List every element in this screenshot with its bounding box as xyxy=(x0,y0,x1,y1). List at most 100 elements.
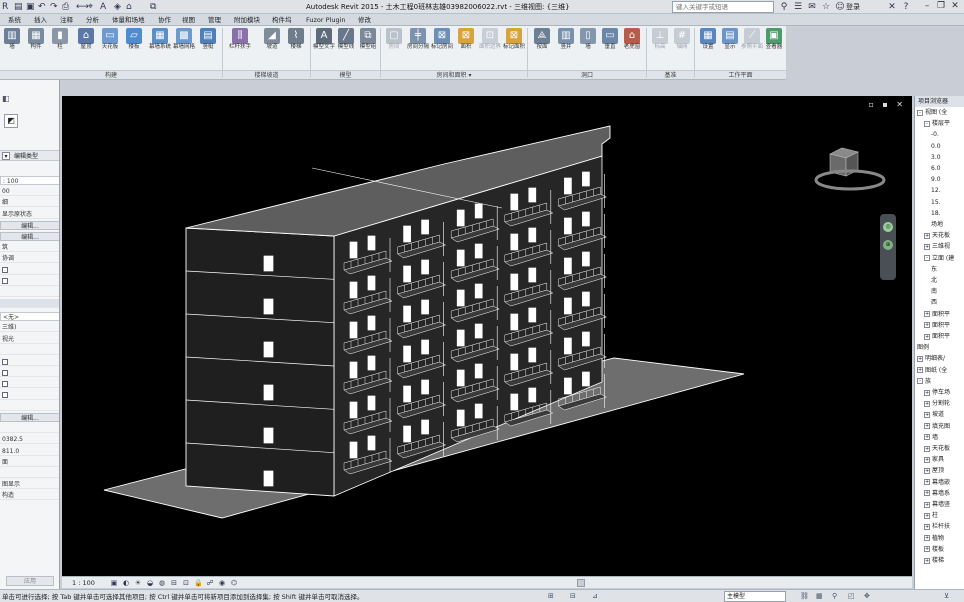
property-checkbox-row[interactable] xyxy=(0,391,59,400)
edit-type-button[interactable]: 编辑类型 xyxy=(14,152,38,161)
expand-icon[interactable]: + xyxy=(924,445,930,452)
wall-tool[interactable]: ▥ 墙 xyxy=(2,28,22,68)
curtain-grid-tool[interactable]: ▩ 幕墙网格 xyxy=(173,28,195,68)
tree-item[interactable]: + 面积平 xyxy=(924,332,950,342)
tree-item[interactable]: 18. xyxy=(931,209,941,219)
worksets-icon[interactable]: ⊞ xyxy=(548,592,554,600)
redo-icon[interactable]: ↷ xyxy=(50,2,58,12)
floor-tool[interactable]: ▱ 楼板 xyxy=(124,28,144,68)
tree-item[interactable]: + 天花板 xyxy=(924,231,950,241)
dormer-tool[interactable]: ⌂ 老虎窗 xyxy=(622,28,642,68)
tree-item[interactable]: + 坡道 xyxy=(924,410,944,420)
print-icon[interactable]: ⎙ xyxy=(62,2,69,12)
view-3d-icon[interactable]: ◈ xyxy=(114,2,121,12)
expand-icon[interactable]: + xyxy=(917,355,923,362)
viewer-tool[interactable]: ▣ 查看器 xyxy=(764,28,784,68)
communication-icon[interactable]: ✉ xyxy=(806,1,818,13)
zoom-icon[interactable]: ⊕ xyxy=(883,240,893,250)
tree-item[interactable]: + 楼板 xyxy=(924,545,944,555)
tab-modify[interactable]: 修改 xyxy=(358,15,371,26)
tree-item[interactable]: + 填充图 xyxy=(924,422,950,432)
temp-hide-icon[interactable]: ☍ xyxy=(206,579,214,587)
edit-button[interactable]: 编辑... xyxy=(0,413,59,422)
expand-icon[interactable]: + xyxy=(924,512,930,519)
checkbox[interactable] xyxy=(2,392,8,399)
expand-icon[interactable]: + xyxy=(924,423,930,430)
checkbox[interactable] xyxy=(2,380,8,387)
tag-room-tool[interactable]: ⊠ 标记房间 xyxy=(431,28,453,68)
expand-icon[interactable]: + xyxy=(924,389,930,396)
scrollbar-thumb[interactable] xyxy=(577,579,585,587)
view-scale[interactable]: 1 : 100 xyxy=(72,578,95,588)
collapse-icon[interactable]: - xyxy=(917,378,923,385)
tree-item[interactable]: 北 xyxy=(931,276,937,286)
tree-item[interactable]: + 停车场 xyxy=(924,388,950,398)
reveal-hidden-icon[interactable]: ◉ xyxy=(218,579,226,587)
tree-item[interactable]: + 幕墙竖 xyxy=(924,500,950,510)
stair-tool[interactable]: ⌇ 楼梯 xyxy=(286,28,306,68)
tree-item[interactable]: + 栏杆扶 xyxy=(924,522,950,532)
text-icon[interactable]: A xyxy=(100,2,106,12)
expand-icon[interactable]: + xyxy=(924,333,930,340)
tree-item[interactable]: 6.0 xyxy=(931,164,941,174)
tree-item[interactable]: 西 xyxy=(931,298,937,308)
tree-item[interactable]: 3.0 xyxy=(931,153,941,163)
visual-style-icon[interactable]: ◐ xyxy=(122,579,130,587)
checkbox[interactable] xyxy=(2,278,8,285)
collapse-icon[interactable]: - xyxy=(924,255,930,262)
sun-path-icon[interactable]: ☀ xyxy=(134,579,142,587)
roof-tool[interactable]: ⌂ 屋顶 xyxy=(76,28,96,68)
expand-icon[interactable]: + xyxy=(924,535,930,542)
tree-item[interactable]: 图例 xyxy=(917,343,929,353)
expand-icon[interactable]: + xyxy=(924,311,930,318)
binoculars-icon[interactable]: ⚲ xyxy=(778,1,790,13)
show-crop-icon[interactable]: ⊡ xyxy=(182,579,190,587)
expand-icon[interactable]: + xyxy=(924,400,930,407)
room-separator-tool[interactable]: ╪ 房间分隔 xyxy=(407,28,429,68)
save-icon[interactable]: ▣ xyxy=(26,2,35,12)
checkbox[interactable] xyxy=(2,369,8,376)
open-icon[interactable]: ▤ xyxy=(14,2,23,12)
property-checkbox-row[interactable] xyxy=(0,368,59,378)
tree-item[interactable]: - 楼层平 xyxy=(924,119,950,129)
tree-item[interactable]: + 图纸 (全 xyxy=(917,366,947,376)
minimize-button[interactable]: – xyxy=(920,0,934,13)
tree-item[interactable]: + 幕墙嵌 xyxy=(924,478,950,488)
render-icon[interactable]: ◍ xyxy=(158,579,166,587)
tab-system[interactable]: 系统 xyxy=(8,15,21,26)
tree-item[interactable]: -0. xyxy=(931,130,939,140)
switch-window-icon[interactable]: ⧉ xyxy=(150,2,156,12)
expand-icon[interactable]: + xyxy=(924,523,930,530)
select-links-icon[interactable]: ⛓ xyxy=(800,592,809,600)
select-pinned-icon[interactable]: ⚲ xyxy=(832,592,837,600)
expand-icon[interactable]: + xyxy=(924,479,930,486)
tag-area-tool[interactable]: ⊠ 标记面积 xyxy=(503,28,525,68)
column-tool[interactable]: ▮ 柱 xyxy=(50,28,70,68)
expand-icon[interactable]: + xyxy=(924,456,930,463)
room-tool[interactable]: ▢ 房间 xyxy=(384,28,404,68)
tree-item[interactable]: 东 xyxy=(931,265,937,275)
favorites-icon[interactable]: ☆ xyxy=(820,1,832,13)
tree-item[interactable]: + 分割轮 xyxy=(924,399,950,409)
area-boundary-tool[interactable]: ⊡ 面积边界 xyxy=(479,28,501,68)
expand-icon[interactable]: + xyxy=(917,367,923,374)
railing-tool[interactable]: ⫼ 栏杆扶手 xyxy=(229,28,251,68)
tab-massing-site[interactable]: 体量和场地 xyxy=(112,15,145,26)
instance-filter-row[interactable]: ▾ 编辑类型 xyxy=(0,150,59,161)
by-face-tool[interactable]: ⟁ 按面 xyxy=(532,28,552,68)
search-input[interactable]: 键入关键字或短语 xyxy=(672,1,774,13)
tree-item[interactable]: 9.0 xyxy=(931,175,941,185)
area-tool[interactable]: ⊠ 面积 xyxy=(456,28,476,68)
mullion-tool[interactable]: ▤ 竖梃 xyxy=(198,28,218,68)
property-checkbox-row[interactable] xyxy=(0,379,59,389)
tree-item[interactable]: 15. xyxy=(931,198,941,208)
tree-item[interactable]: - 视图 (全 xyxy=(917,108,947,118)
grid-tool[interactable]: # 轴网 xyxy=(672,28,692,68)
lock-view-icon[interactable]: 🔒 xyxy=(194,579,203,587)
expand-icon[interactable]: + xyxy=(924,467,930,474)
shadows-icon[interactable]: ◒ xyxy=(146,579,154,587)
subscription-icon[interactable]: ☰ xyxy=(792,1,804,13)
login-button[interactable]: 登录 xyxy=(846,2,860,12)
tree-item[interactable]: + 墙 xyxy=(924,433,938,443)
select-underlay-icon[interactable]: ▦ xyxy=(816,592,823,600)
